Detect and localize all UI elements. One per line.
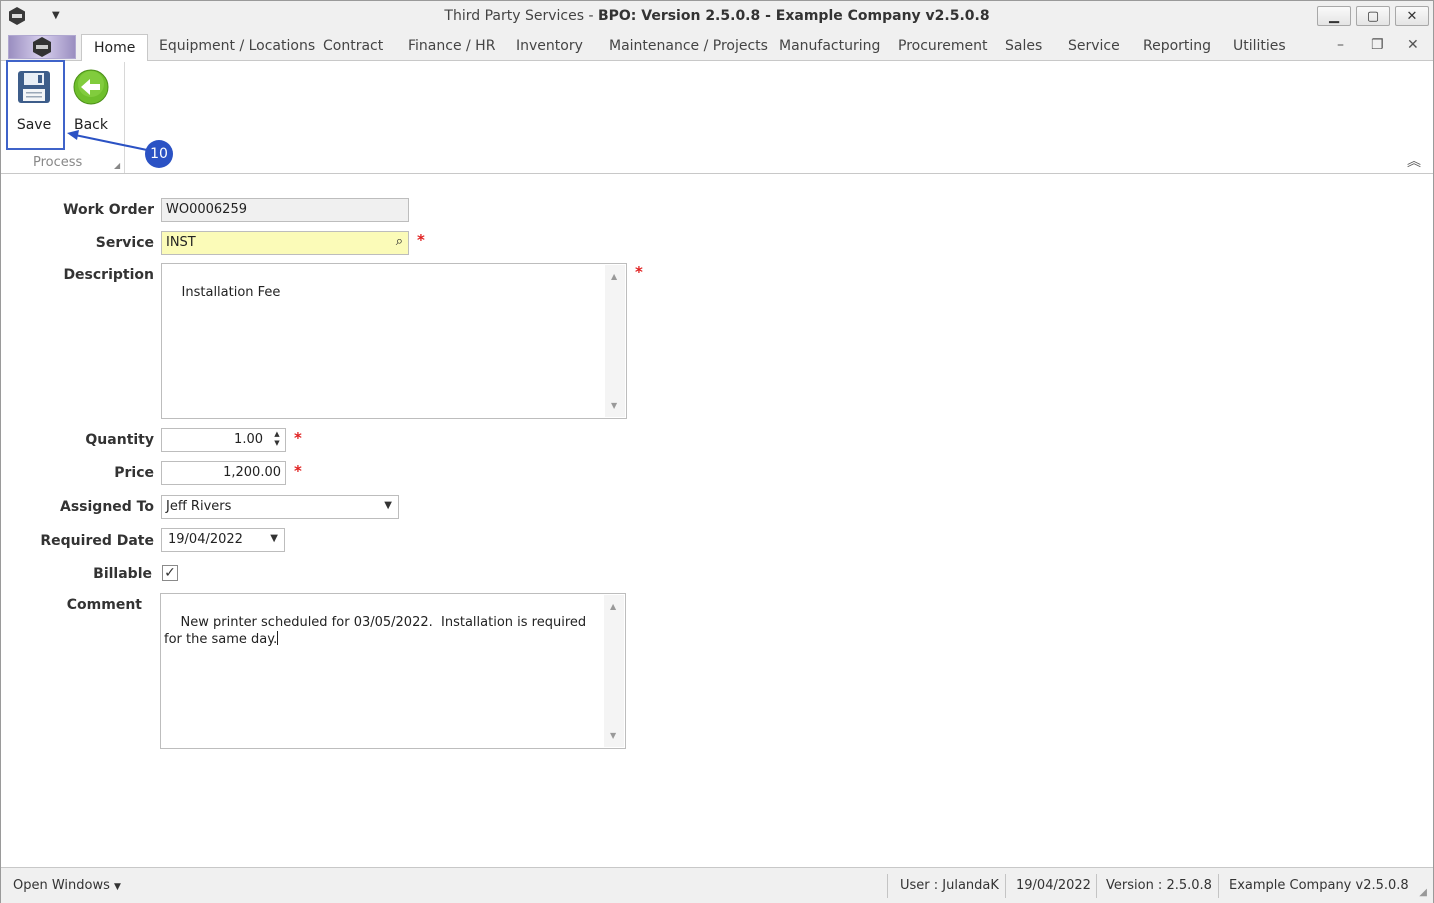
description-value: Installation Fee <box>181 285 281 300</box>
assigned-to-label: Assigned To <box>60 499 154 515</box>
tab-inventory[interactable]: Inventory <box>516 38 583 54</box>
status-separator <box>1005 874 1006 898</box>
status-separator <box>1096 874 1097 898</box>
title-bar: ▼ Third Party Services - BPO: Version 2.… <box>1 1 1433 33</box>
window-title: Third Party Services - BPO: Version 2.5.… <box>444 8 990 24</box>
required-date-label: Required Date <box>40 533 154 549</box>
billable-checkbox[interactable]: ✓ <box>162 565 178 581</box>
assigned-to-value: Jeff Rivers <box>166 499 232 514</box>
status-version: Version : 2.5.0.8 <box>1106 878 1212 893</box>
group-dialog-launcher-icon[interactable]: ◢ <box>114 161 120 170</box>
tab-service[interactable]: Service <box>1068 38 1120 54</box>
assigned-to-select[interactable]: Jeff Rivers ▼ <box>161 495 399 519</box>
status-date: 19/04/2022 <box>1016 878 1091 893</box>
ribbon-tab-bar: Home Equipment / Locations Contract Fina… <box>1 33 1433 62</box>
tab-sales[interactable]: Sales <box>1005 38 1042 54</box>
tab-maintenance-projects[interactable]: Maintenance / Projects <box>609 38 768 54</box>
scroll-up-icon[interactable]: ▲ <box>611 268 617 285</box>
scroll-down-icon[interactable]: ▼ <box>610 727 616 744</box>
quantity-stepper[interactable]: 1.00 ▲ ▼ <box>161 428 286 452</box>
description-memo[interactable]: Installation Fee ▲ ▼ <box>161 263 627 419</box>
quantity-value: 1.00 <box>234 432 263 447</box>
status-separator <box>887 874 888 898</box>
mdi-minimize-icon[interactable]: – <box>1337 37 1344 53</box>
ribbon-panel: Save Back <box>1 61 1433 174</box>
ribbon-collapse-icon[interactable]: ︽ <box>1407 151 1421 171</box>
app-window: ▼ Third Party Services - BPO: Version 2.… <box>0 0 1434 903</box>
tab-home[interactable]: Home <box>81 34 149 62</box>
back-button-label: Back <box>74 117 108 133</box>
save-highlight-box <box>6 60 65 150</box>
callout-number-badge: 10 <box>145 140 173 168</box>
ribbon-group-process-label: Process <box>33 155 83 170</box>
tab-utilities[interactable]: Utilities <box>1233 38 1286 54</box>
tab-reporting[interactable]: Reporting <box>1143 38 1211 54</box>
price-field[interactable]: 1,200.00 <box>161 461 286 485</box>
required-date-picker[interactable]: 19/04/2022 ▼ <box>161 528 285 552</box>
back-button[interactable]: Back <box>63 63 119 149</box>
price-required-marker: * <box>294 462 302 480</box>
status-separator <box>1218 874 1219 898</box>
work-order-field[interactable]: WO0006259 <box>161 198 409 222</box>
comment-scrollbar[interactable]: ▲ ▼ <box>604 595 624 747</box>
status-bar: Open Windows ▼ User : JulandaK 19/04/202… <box>1 867 1433 903</box>
tab-manufacturing[interactable]: Manufacturing <box>779 38 880 54</box>
ribbon-group-separator <box>124 62 125 173</box>
mdi-close-icon[interactable]: ✕ <box>1407 37 1419 53</box>
comment-value: New printer scheduled for 03/05/2022. In… <box>164 615 591 647</box>
comment-label: Comment <box>66 597 142 613</box>
spin-arrows-icon[interactable]: ▲ ▼ <box>271 430 283 450</box>
text-cursor <box>277 631 279 645</box>
work-order-label: Work Order <box>63 202 154 218</box>
quantity-required-marker: * <box>294 429 302 447</box>
open-windows-button[interactable]: Open Windows ▼ <box>13 878 121 893</box>
minimize-button[interactable]: ▁ <box>1317 6 1351 26</box>
tab-procurement[interactable]: Procurement <box>898 38 987 54</box>
tab-finance-hr[interactable]: Finance / HR <box>408 38 495 54</box>
tab-equipment-locations[interactable]: Equipment / Locations <box>159 38 315 54</box>
chevron-down-icon[interactable]: ▼ <box>384 500 392 511</box>
comment-memo[interactable]: New printer scheduled for 03/05/2022. In… <box>160 593 626 749</box>
billable-label: Billable <box>93 566 152 582</box>
description-required-marker: * <box>635 263 643 281</box>
open-windows-label: Open Windows <box>13 878 110 893</box>
app-menu-logo-icon <box>33 37 51 57</box>
mdi-restore-icon[interactable]: ❐ <box>1371 37 1384 53</box>
scroll-up-icon[interactable]: ▲ <box>610 598 616 615</box>
application-menu-button[interactable] <box>8 35 76 59</box>
tab-contract[interactable]: Contract <box>323 38 383 54</box>
description-label: Description <box>63 267 154 283</box>
required-date-value: 19/04/2022 <box>168 532 243 547</box>
service-value: INST <box>166 235 196 250</box>
status-user: User : JulandaK <box>900 878 999 893</box>
search-icon[interactable]: ⌕ <box>396 234 403 249</box>
resize-grip-icon[interactable]: ◢ <box>1419 887 1427 898</box>
service-required-marker: * <box>417 231 425 249</box>
service-field[interactable]: INST ⌕ <box>161 231 409 255</box>
calendar-dropdown-icon[interactable]: ▼ <box>270 533 278 544</box>
close-button[interactable]: ✕ <box>1395 6 1429 26</box>
back-arrow-icon <box>73 69 109 105</box>
maximize-button[interactable]: ▢ <box>1356 6 1390 26</box>
description-scrollbar[interactable]: ▲ ▼ <box>605 265 625 417</box>
service-label: Service <box>95 235 154 251</box>
scroll-down-icon[interactable]: ▼ <box>611 397 617 414</box>
price-label: Price <box>114 465 154 481</box>
chevron-down-icon: ▼ <box>114 882 121 892</box>
quantity-label: Quantity <box>85 432 154 448</box>
status-company: Example Company v2.5.0.8 <box>1229 878 1409 893</box>
